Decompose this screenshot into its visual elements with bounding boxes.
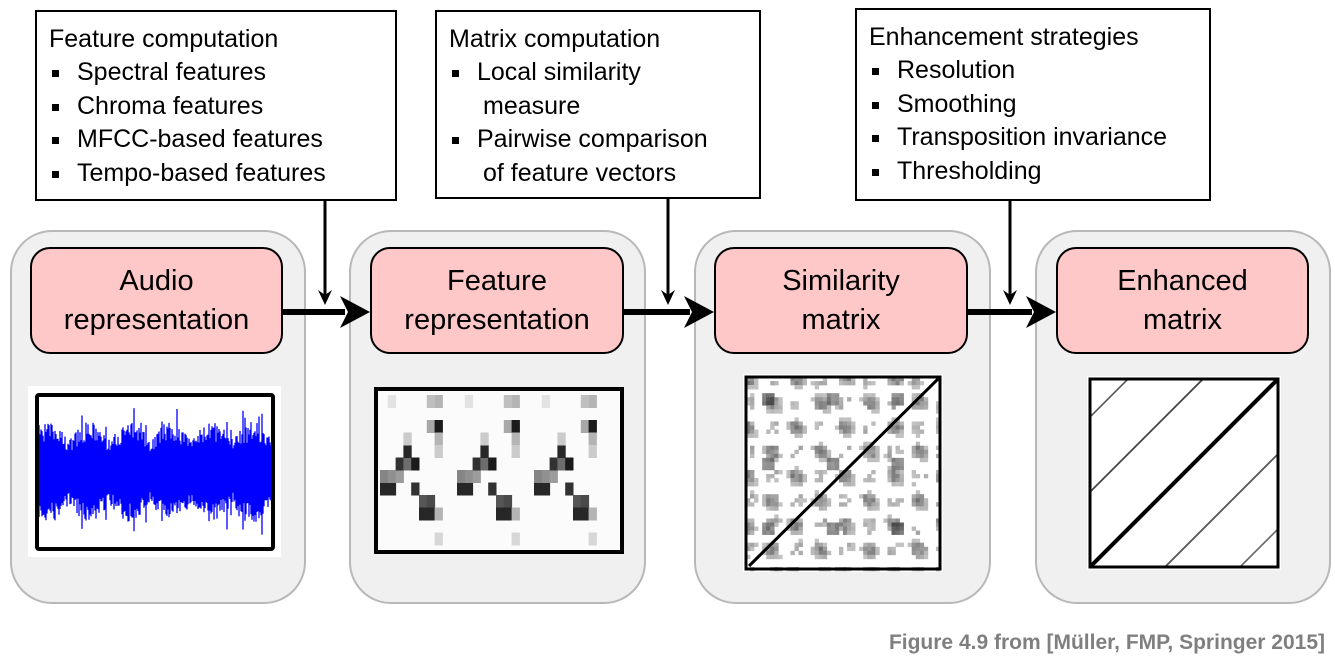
flow-arrows xyxy=(283,199,1056,328)
connector-enhancement-strategies xyxy=(1003,201,1017,305)
connector-matrix-computation xyxy=(661,199,675,305)
connector-feature-computation xyxy=(318,201,332,305)
arrow-similarity-to-enhanced xyxy=(968,296,1056,328)
figure-caption: Figure 4.9 from [Müller, FMP, Springer 2… xyxy=(888,631,1325,654)
